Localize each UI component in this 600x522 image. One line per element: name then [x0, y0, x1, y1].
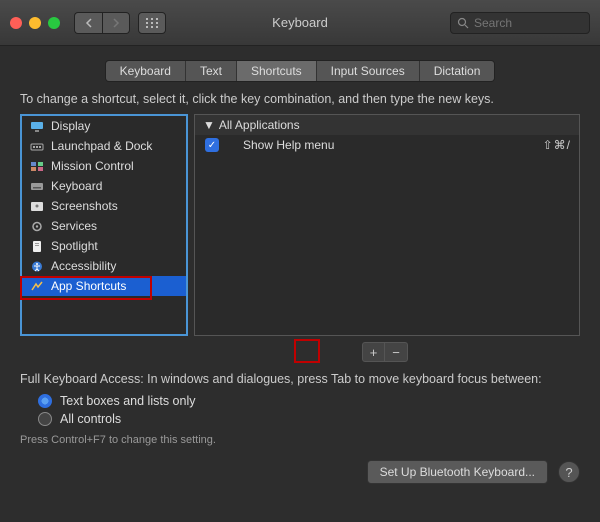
keyboard-access-hint: Press Control+F7 to change this setting. — [20, 434, 580, 446]
search-input[interactable] — [474, 16, 583, 30]
radio-label: Text boxes and lists only — [60, 394, 196, 408]
shortcut-row[interactable]: ✓ Show Help menu ⇧⌘/ — [195, 135, 579, 155]
category-label: Keyboard — [51, 179, 102, 193]
category-launchpad-dock[interactable]: Launchpad & Dock — [22, 136, 186, 156]
tab-dictation[interactable]: Dictation — [420, 61, 495, 81]
category-label: App Shortcuts — [51, 279, 126, 293]
keyboard-icon — [30, 180, 44, 192]
display-icon — [30, 120, 44, 132]
nav-segment — [74, 12, 130, 34]
back-button[interactable] — [74, 12, 102, 34]
category-screenshots[interactable]: Screenshots — [22, 196, 186, 216]
services-icon — [30, 220, 44, 232]
category-services[interactable]: Services — [22, 216, 186, 236]
tab-keyboard[interactable]: Keyboard — [106, 61, 186, 81]
radio-label: All controls — [60, 412, 121, 426]
annotation-highlight — [294, 339, 320, 363]
shortcut-label: Show Help menu — [229, 138, 334, 152]
shortcut-keys[interactable]: ⇧⌘/ — [543, 138, 571, 152]
search-field-wrap[interactable] — [450, 12, 590, 34]
close-window-button[interactable] — [10, 17, 22, 29]
checkbox-checked-icon[interactable]: ✓ — [205, 138, 219, 152]
radio-all-controls[interactable]: All controls — [38, 410, 580, 428]
shortcut-group-header[interactable]: ▼ All Applications — [195, 115, 579, 135]
app-shortcuts-icon — [30, 280, 44, 292]
category-label: Launchpad & Dock — [51, 139, 152, 153]
disclosure-triangle-icon[interactable]: ▼ — [203, 118, 215, 132]
add-remove-controls: + − — [20, 342, 580, 362]
search-icon — [457, 17, 469, 29]
screenshots-icon — [30, 200, 44, 212]
zoom-window-button[interactable] — [48, 17, 60, 29]
category-accessibility[interactable]: Accessibility — [22, 256, 186, 276]
show-all-button[interactable] — [138, 12, 166, 34]
radio-text-boxes-lists[interactable]: Text boxes and lists only — [38, 392, 580, 410]
mission-control-icon — [30, 160, 44, 172]
setup-bluetooth-keyboard-button[interactable]: Set Up Bluetooth Keyboard... — [367, 460, 548, 484]
window-controls — [10, 17, 60, 29]
forward-button[interactable] — [102, 12, 130, 34]
category-keyboard[interactable]: Keyboard — [22, 176, 186, 196]
category-app-shortcuts[interactable]: App Shortcuts — [22, 276, 186, 296]
category-label: Screenshots — [51, 199, 118, 213]
tab-input-sources[interactable]: Input Sources — [317, 61, 420, 81]
tab-text[interactable]: Text — [186, 61, 237, 81]
group-label: All Applications — [219, 118, 300, 132]
category-label: Services — [51, 219, 97, 233]
launchpad-icon — [30, 140, 44, 152]
spotlight-icon — [30, 240, 44, 252]
shortcut-list[interactable]: ▼ All Applications ✓ Show Help menu ⇧⌘/ — [194, 114, 580, 336]
category-label: Mission Control — [51, 159, 134, 173]
accessibility-icon — [30, 260, 44, 272]
titlebar: Keyboard — [0, 0, 600, 46]
remove-button[interactable]: − — [385, 343, 407, 361]
full-keyboard-access-label: Full Keyboard Access: In windows and dia… — [20, 372, 580, 386]
category-label: Accessibility — [51, 259, 116, 273]
help-button[interactable]: ? — [558, 461, 580, 483]
category-label: Display — [51, 119, 90, 133]
category-label: Spotlight — [51, 239, 98, 253]
minimize-window-button[interactable] — [29, 17, 41, 29]
add-button[interactable]: + — [363, 343, 385, 361]
category-display[interactable]: Display — [22, 116, 186, 136]
tab-shortcuts[interactable]: Shortcuts — [237, 61, 317, 81]
category-spotlight[interactable]: Spotlight — [22, 236, 186, 256]
category-mission-control[interactable]: Mission Control — [22, 156, 186, 176]
tab-bar: Keyboard Text Shortcuts Input Sources Di… — [0, 60, 600, 82]
radio-unselected-icon — [38, 412, 52, 426]
instruction-text: To change a shortcut, select it, click t… — [20, 92, 580, 106]
category-list[interactable]: Display Launchpad & Dock Mission Control… — [20, 114, 188, 336]
radio-selected-icon — [38, 394, 52, 408]
